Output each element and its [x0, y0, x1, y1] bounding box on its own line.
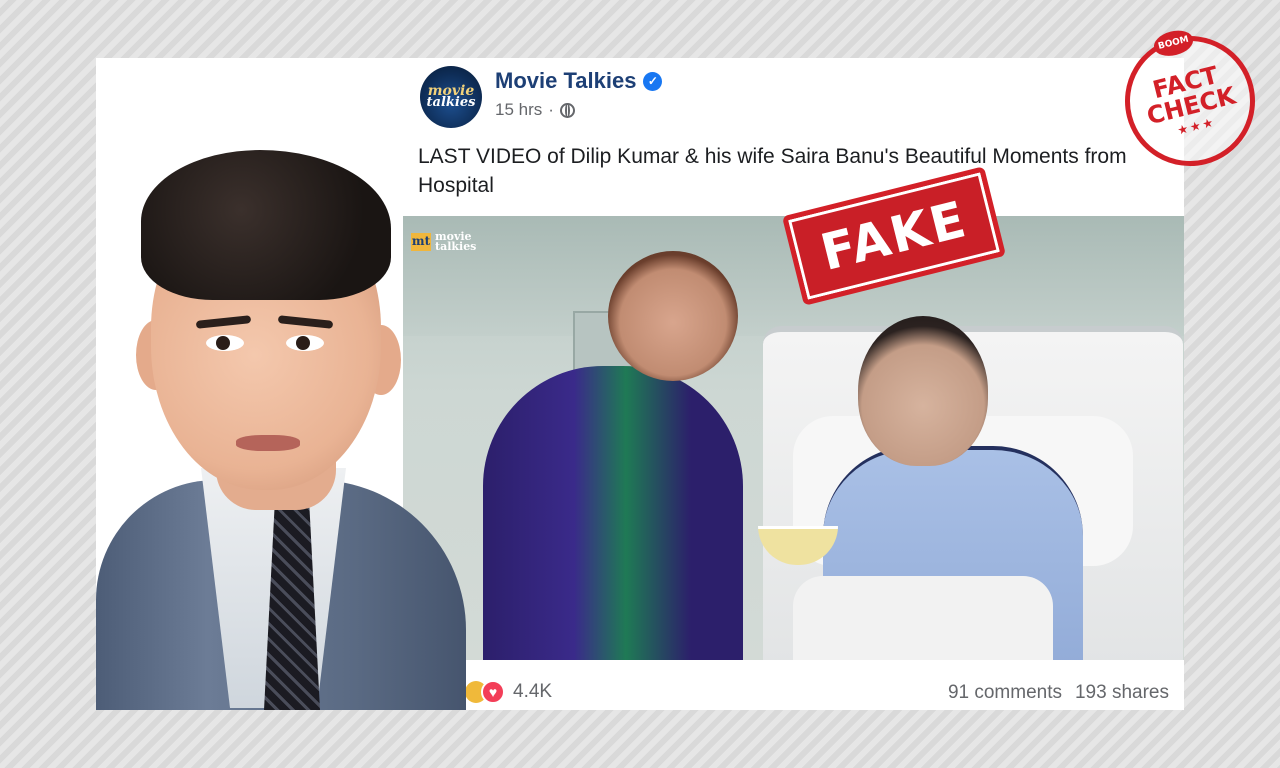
portrait-hair	[141, 150, 391, 300]
post-meta: 15 hrs ·	[495, 100, 575, 120]
page-name-row: Movie Talkies ✓	[495, 68, 663, 94]
woman-head	[608, 251, 738, 381]
page-avatar[interactable]: movie talkies	[420, 66, 482, 128]
verified-check-icon: ✓	[643, 71, 663, 91]
portrait-photo	[96, 150, 466, 710]
post-text: LAST VIDEO of Dilip Kumar & his wife Sai…	[418, 145, 1127, 197]
portrait-eye-left	[206, 335, 244, 351]
engagement-stats: 91 comments 193 shares	[948, 682, 1169, 704]
portrait-eye-right	[286, 335, 324, 351]
portrait-mouth	[236, 435, 300, 451]
globe-icon[interactable]	[559, 102, 575, 118]
love-reaction-icon: ♥	[481, 680, 505, 704]
reaction-count: 4.4K	[513, 681, 553, 702]
video-player[interactable]: mt movie talkies	[403, 216, 1184, 660]
comments-count[interactable]: 91 comments	[948, 682, 1062, 704]
patient-head	[858, 316, 988, 466]
bed-sheet	[793, 576, 1053, 660]
post-timestamp[interactable]: 15 hrs	[495, 100, 542, 120]
avatar-text-2: talkies	[426, 95, 476, 111]
page-name-link[interactable]: Movie Talkies	[495, 68, 636, 94]
reaction-summary[interactable]: ♥ 4.4K	[465, 680, 552, 704]
seal-brand: BOOM	[1151, 26, 1196, 60]
shares-count[interactable]: 193 shares	[1075, 682, 1169, 704]
woman-figure	[483, 366, 743, 660]
meta-separator: ·	[548, 100, 554, 119]
